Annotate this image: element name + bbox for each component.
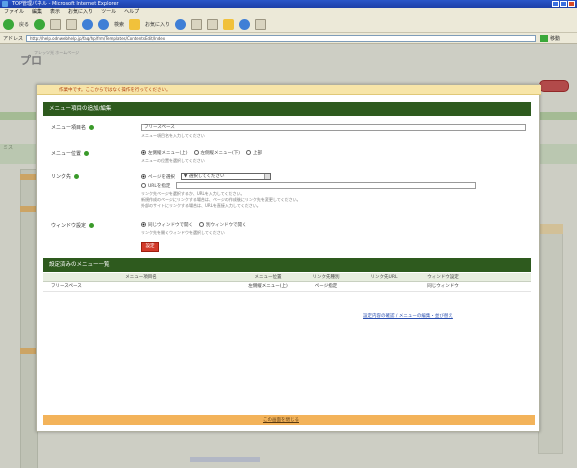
link-option-url[interactable]: URLを指定 xyxy=(141,182,170,189)
menu-tools[interactable]: ツール xyxy=(101,8,116,17)
address-input[interactable]: http://help.odnwebhelp.jp/faq/hp/frm/Tem… xyxy=(26,35,536,42)
home-icon[interactable] xyxy=(82,19,94,30)
back-label: 戻る xyxy=(19,22,30,28)
cell-menu-position: 左側縦メニュー(上) xyxy=(248,284,288,289)
favorites-label: お気に入り xyxy=(145,22,171,28)
menu-name-hint: メニュー項目名を入力してください xyxy=(141,133,205,138)
window-label: ウィンドウ設定 xyxy=(51,222,95,229)
cell-link-url xyxy=(355,282,413,291)
menu-help[interactable]: ヘルプ xyxy=(124,8,139,17)
radio-icon xyxy=(246,150,252,155)
forward-icon[interactable] xyxy=(34,19,46,30)
address-bar: アドレス http://help.odnwebhelp.jp/faq/hp/fr… xyxy=(0,33,577,44)
section-header-add: メニュー項目の追加/編集 xyxy=(43,102,531,116)
address-label: アドレス xyxy=(3,36,24,42)
favorites-icon[interactable] xyxy=(129,19,141,30)
notice-text: 作業中です。ここからではなく操作を行ってください。 xyxy=(59,88,171,93)
form-row-link: リンク先 ページを選択 ▼ 選択してください URLを指定 リンク先ページを選択… xyxy=(43,173,531,215)
form-row-window: ウィンドウ設定 同じウィンドウで開く 別ウィンドウで開く リンク先を開くウィンド… xyxy=(43,222,531,240)
edit-menu-link[interactable]: 設定内容の確認 / メニューの編集・並び替え xyxy=(363,313,453,319)
menu-view[interactable]: 表示 xyxy=(50,8,60,17)
table-header: メニュー項目名 メニュー位置 リンク先種別 リンク先URL ウィンドウ設定 xyxy=(43,273,531,282)
required-icon xyxy=(89,125,95,130)
chevron-down-icon xyxy=(263,174,270,179)
table-row[interactable]: フリースペース 左側縦メニュー(上) ページ指定 同じウィンドウ xyxy=(43,282,531,292)
close-window-button[interactable] xyxy=(568,1,575,7)
col-link-type: リンク先種別 xyxy=(312,275,340,280)
page-select[interactable]: ▼ 選択してください xyxy=(180,173,271,180)
stop-icon[interactable] xyxy=(50,19,62,30)
link-hint-3: 外部のサイトにリンクする場合は、URLを直接入力してください。 xyxy=(141,203,261,208)
menu-pos-option-1[interactable]: 左側縦メニュー(上) xyxy=(141,150,188,156)
dialog-notice: 作業中です。ここからではなく操作を行ってください。 xyxy=(37,85,541,95)
menu-file[interactable]: ファイル xyxy=(4,8,24,17)
menu-form: メニュー項目名 フリースペース メニュー項目名を入力してください メニュー位置 … xyxy=(43,118,531,256)
title-bar: TOP管理パネル - Microsoft Internet Explorer xyxy=(0,0,577,8)
window-option-new[interactable]: 別ウィンドウで開く xyxy=(199,222,247,228)
radio-checked-icon xyxy=(141,150,146,155)
window-option-same[interactable]: 同じウィンドウで開く xyxy=(141,222,193,228)
radio-checked-icon xyxy=(141,222,146,227)
radio-icon xyxy=(193,150,199,155)
close-dialog-link[interactable]: この画面を閉じる xyxy=(263,417,299,423)
refresh-icon[interactable] xyxy=(66,19,78,30)
minimize-button[interactable] xyxy=(552,1,559,7)
submit-button[interactable]: 設定 xyxy=(141,242,159,252)
menu-name-label: メニュー項目名 xyxy=(51,124,95,131)
browser-window: TOP管理パネル - Microsoft Internet Explorer フ… xyxy=(0,0,577,468)
folder-icon[interactable] xyxy=(223,19,235,30)
print-icon[interactable] xyxy=(255,19,267,30)
url-input[interactable] xyxy=(176,182,477,189)
maximize-button[interactable] xyxy=(560,1,567,7)
go-button[interactable]: 移動 xyxy=(550,35,560,42)
form-row-menu-position: メニュー位置 左側縦メニュー(上) 左側縦メニュー(下) 上部 メニューの位置を… xyxy=(43,150,531,170)
mail-icon[interactable] xyxy=(207,19,219,30)
menu-edit[interactable]: 編集 xyxy=(32,8,42,17)
window-title: TOP管理パネル - Microsoft Internet Explorer xyxy=(12,1,119,7)
menu-bar: ファイル 編集 表示 お気に入り ツール ヘルプ xyxy=(0,8,577,17)
link-label: リンク先 xyxy=(51,173,80,180)
messenger-icon[interactable] xyxy=(239,19,251,30)
media-icon[interactable] xyxy=(175,19,187,30)
section-header-list: 設定済みのメニュー一覧 xyxy=(43,258,531,272)
radio-icon xyxy=(141,182,146,188)
back-icon[interactable] xyxy=(3,19,14,30)
col-menu-name: メニュー項目名 xyxy=(125,275,157,280)
link-option-page[interactable]: ページを選択 xyxy=(141,173,175,180)
required-icon xyxy=(84,151,90,156)
menu-position-label: メニュー位置 xyxy=(51,150,90,157)
col-window: ウィンドウ設定 xyxy=(427,275,459,280)
col-link-url: リンク先URL xyxy=(370,275,398,280)
menu-favorites[interactable]: お気に入り xyxy=(68,8,93,17)
required-icon xyxy=(89,223,95,228)
cell-menu-name: フリースペース xyxy=(51,284,82,289)
cell-link-type: ページ指定 xyxy=(314,284,338,289)
cell-window: 同じウィンドウ xyxy=(427,284,459,289)
col-menu-position: メニュー位置 xyxy=(254,275,282,280)
search-label: 検索 xyxy=(114,22,125,28)
menu-pos-option-2[interactable]: 左側縦メニュー(下) xyxy=(193,150,240,156)
form-row-menu-name: メニュー項目名 フリースペース メニュー項目名を入力してください xyxy=(43,124,531,146)
history-icon[interactable] xyxy=(191,19,203,30)
radio-icon xyxy=(199,222,204,227)
radio-checked-icon xyxy=(141,173,146,179)
toolbar: 戻る 検索 お気に入り xyxy=(0,17,577,33)
menu-pos-option-3[interactable]: 上部 xyxy=(246,150,262,156)
menu-position-hint: メニューの位置を選択してください xyxy=(141,158,205,163)
window-controls xyxy=(552,1,575,7)
menu-name-input[interactable]: フリースペース xyxy=(141,124,526,131)
menu-table: メニュー項目名 メニュー位置 リンク先種別 リンク先URL ウィンドウ設定 フリ… xyxy=(43,273,531,292)
window-hint: リンク先を開くウィンドウを選択してください xyxy=(141,230,225,235)
go-icon[interactable] xyxy=(540,35,548,42)
search-icon[interactable] xyxy=(98,19,110,30)
menu-edit-dialog: 作業中です。ここからではなく操作を行ってください。 メニュー項目の追加/編集 メ… xyxy=(36,84,541,432)
required-icon xyxy=(74,174,80,179)
dialog-footer: この画面を閉じる xyxy=(43,415,535,425)
ie-logo-icon xyxy=(2,1,8,7)
